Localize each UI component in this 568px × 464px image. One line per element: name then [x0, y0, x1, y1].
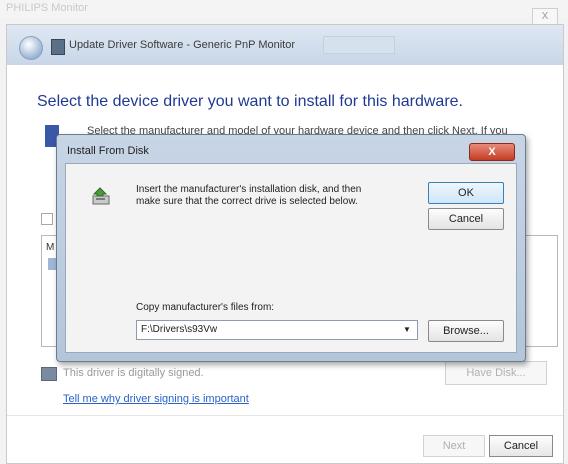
wizard-title-tab: [323, 36, 395, 54]
path-input[interactable]: F:\Drivers\s93Vw: [141, 324, 217, 335]
install-from-disk-dialog: Install From Disk X Insert the manufactu…: [56, 134, 526, 362]
shield-icon: [41, 367, 57, 381]
path-combobox[interactable]: F:\Drivers\s93Vw ▼: [136, 320, 418, 340]
device-icon: [51, 39, 65, 55]
wizard-cancel-button[interactable]: Cancel: [489, 435, 553, 457]
back-icon[interactable]: [19, 36, 43, 60]
browse-button[interactable]: Browse...: [428, 320, 504, 342]
wizard-title: Update Driver Software - Generic PnP Mon…: [69, 39, 295, 51]
ok-button[interactable]: OK: [428, 182, 504, 204]
wizard-titlebar: Update Driver Software - Generic PnP Mon…: [7, 25, 563, 65]
cancel-button[interactable]: Cancel: [428, 208, 504, 230]
dialog-message: Insert the manufacturer's installation d…: [136, 184, 362, 207]
driver-signed-text: This driver is digitally signed.: [63, 367, 204, 379]
top-strip-text: PHILIPS Monitor: [6, 2, 88, 14]
next-button[interactable]: Next: [423, 435, 485, 457]
have-disk-button[interactable]: Have Disk...: [445, 361, 547, 385]
show-compatible-checkbox[interactable]: [41, 213, 53, 225]
wizard-heading: Select the device driver you want to ins…: [37, 93, 463, 110]
listbox-header: M: [46, 242, 55, 253]
dialog-title: Install From Disk: [67, 145, 149, 157]
dialog-body: Insert the manufacturer's installation d…: [65, 163, 517, 353]
close-icon[interactable]: X: [469, 143, 515, 161]
copy-from-label: Copy manufacturer's files from:: [136, 302, 275, 313]
dropdown-arrow-icon[interactable]: ▼: [399, 323, 415, 337]
disk-drive-icon: [92, 187, 110, 205]
driver-signing-link[interactable]: Tell me why driver signing is important: [63, 393, 249, 405]
footer-divider: [7, 415, 563, 416]
top-strip: PHILIPS Monitor: [0, 0, 568, 18]
